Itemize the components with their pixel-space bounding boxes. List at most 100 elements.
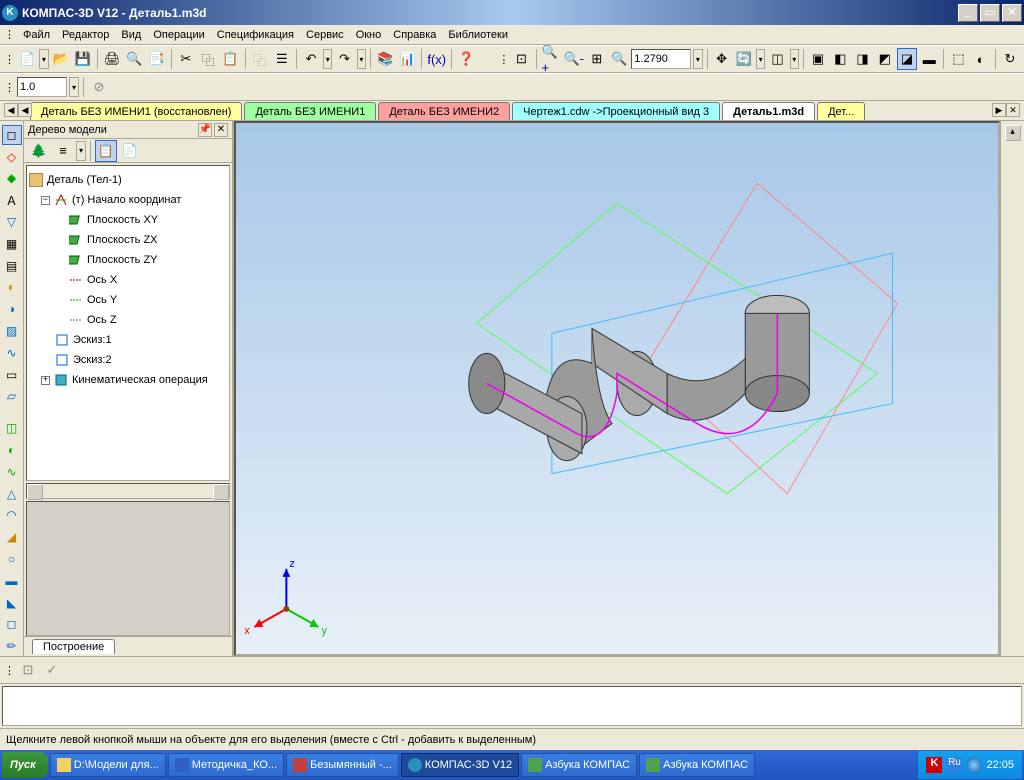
copy-button[interactable]: ⿻: [198, 48, 218, 70]
start-button[interactable]: Пуск: [2, 752, 48, 778]
elements-panel-button[interactable]: ◐: [2, 278, 22, 298]
hidden-button[interactable]: ◧: [830, 48, 850, 70]
menu-service[interactable]: Сервис: [300, 27, 350, 43]
task-btn-3[interactable]: КОМПАС-3D V12: [401, 753, 519, 777]
model-tree[interactable]: Деталь (Тел-1) − (т) Начало координат Пл…: [26, 165, 230, 481]
prop-btn-2[interactable]: ✓: [41, 659, 63, 681]
sweep-button[interactable]: ∿: [2, 462, 22, 482]
tab-close[interactable]: ✕: [1006, 103, 1020, 117]
tree-axis-z[interactable]: Ось Z: [29, 310, 227, 330]
tree-mode2-button[interactable]: ≡: [52, 140, 74, 162]
shaded-button[interactable]: ◩: [875, 48, 895, 70]
zoom-prev-button[interactable]: 🔍: [609, 48, 629, 70]
tree-op[interactable]: + Кинематическая операция: [29, 370, 227, 390]
zoom-dropdown[interactable]: ▾: [693, 49, 702, 69]
print-button[interactable]: 🖨: [102, 48, 122, 70]
stop-button[interactable]: ⊘: [88, 76, 110, 98]
tree-mode4-button[interactable]: 📄: [119, 140, 141, 162]
viewport-3d[interactable]: z y x: [234, 121, 1000, 656]
chamfer-button[interactable]: ◢: [2, 527, 22, 547]
paste-button[interactable]: 📋: [220, 48, 240, 70]
doctab-3[interactable]: Чертеж1.cdw ->Проекционный вид 3: [512, 102, 720, 120]
sheet-panel-button[interactable]: ▱: [2, 387, 22, 407]
zoom-input[interactable]: [631, 49, 691, 69]
shaded-edges-button[interactable]: ◪: [897, 48, 917, 70]
save-button[interactable]: 💾: [73, 48, 93, 70]
cut-button[interactable]: ✂: [176, 48, 196, 70]
undo-button[interactable]: ↶: [301, 48, 321, 70]
geometry-panel-button[interactable]: ◻: [2, 125, 22, 145]
clock[interactable]: 22:05: [986, 759, 1014, 771]
expander-icon[interactable]: −: [41, 196, 50, 205]
zoom-window-button[interactable]: ⊞: [587, 48, 607, 70]
tree-root[interactable]: Деталь (Тел-1): [29, 170, 227, 190]
manager-button[interactable]: 📊: [397, 48, 417, 70]
menu-file[interactable]: Файл: [17, 27, 56, 43]
surface-panel-button[interactable]: ◑: [2, 299, 22, 319]
menu-edit[interactable]: Редактор: [56, 27, 115, 43]
tree-plane-zx[interactable]: Плоскость ZX: [29, 230, 227, 250]
orient-dropdown[interactable]: ▾: [790, 49, 799, 69]
tree-sketch-2[interactable]: Эскиз:2: [29, 350, 227, 370]
tree-mode3-button[interactable]: 📋: [95, 140, 117, 162]
rotate-button[interactable]: 🔄: [734, 48, 754, 70]
array-panel-button[interactable]: ▨: [2, 321, 22, 341]
system-tray[interactable]: K Ru 22:05: [917, 751, 1022, 779]
menu-view[interactable]: Вид: [115, 27, 147, 43]
fillet-button[interactable]: ◠: [2, 505, 22, 525]
tree-sketch-1[interactable]: Эскиз:1: [29, 330, 227, 350]
new-dropdown[interactable]: ▾: [39, 49, 48, 69]
redo-dropdown[interactable]: ▾: [357, 49, 366, 69]
tree-scrollbar[interactable]: [26, 483, 230, 499]
redo-button[interactable]: ↷: [334, 48, 354, 70]
props-button[interactable]: ☰: [272, 48, 292, 70]
task-btn-2[interactable]: Безымянный -...: [286, 753, 399, 777]
aux-panel-button[interactable]: ◆: [2, 169, 22, 189]
tree-mode2-dropdown[interactable]: ▾: [76, 141, 86, 161]
tab-nav-left2[interactable]: ◀: [18, 103, 32, 117]
doctab-4[interactable]: Деталь1.m3d: [722, 102, 815, 120]
orient-button[interactable]: ◫: [767, 48, 787, 70]
doctab-2[interactable]: Деталь БЕЗ ИМЕНИ2: [378, 102, 510, 120]
filter-panel-button[interactable]: ▽: [2, 212, 22, 232]
undo-dropdown[interactable]: ▾: [323, 49, 332, 69]
zoom-out-button[interactable]: 🔍-: [563, 48, 585, 70]
rebuild-button[interactable]: ↻: [1000, 48, 1020, 70]
sketch-button[interactable]: ✏: [2, 636, 22, 656]
expander-icon[interactable]: +: [41, 376, 50, 385]
open-button[interactable]: 📂: [51, 48, 71, 70]
rotate-dropdown[interactable]: ▾: [756, 49, 765, 69]
spec-button[interactable]: 📑: [147, 48, 167, 70]
zoom-all-button[interactable]: ⊡: [511, 48, 531, 70]
scale-dropdown[interactable]: ▾: [69, 77, 79, 97]
tab-nav-right[interactable]: ▶: [992, 103, 1006, 117]
menu-libs[interactable]: Библиотеки: [442, 27, 514, 43]
scale-input[interactable]: [17, 77, 67, 97]
tree-plane-xy[interactable]: Плоскость XY: [29, 210, 227, 230]
minimize-button[interactable]: _: [958, 4, 978, 22]
tree-plane-zy[interactable]: Плоскость ZY: [29, 250, 227, 270]
prop-btn-1[interactable]: ⊡: [17, 659, 39, 681]
task-btn-4[interactable]: Азбука КОМПАС: [521, 753, 637, 777]
pan-button[interactable]: ✥: [712, 48, 732, 70]
shell-button[interactable]: ◻: [2, 614, 22, 634]
new-button[interactable]: 📄: [17, 48, 37, 70]
tray-kaspersky-icon[interactable]: K: [926, 757, 942, 773]
task-btn-5[interactable]: Азбука КОМПАС: [639, 753, 755, 777]
dim-panel-button[interactable]: Ａ: [2, 190, 22, 210]
close-button[interactable]: ✕: [1002, 4, 1022, 22]
menu-window[interactable]: Окно: [350, 27, 388, 43]
tree-mode1-button[interactable]: 🌲: [28, 140, 50, 162]
lang-indicator[interactable]: Ru: [946, 757, 962, 773]
no-hidden-button[interactable]: ◨: [852, 48, 872, 70]
extrude-button[interactable]: ◫: [2, 418, 22, 438]
copy-props-button[interactable]: ⿻: [249, 48, 269, 70]
panel-close-button[interactable]: ✕: [214, 123, 228, 137]
task-btn-1[interactable]: Методичка_КО...: [168, 753, 284, 777]
revolve-button[interactable]: ◐: [2, 440, 22, 460]
simplify-button[interactable]: ⬚: [948, 48, 968, 70]
tree-axis-y[interactable]: Ось Y: [29, 290, 227, 310]
preview-button[interactable]: 🔍: [124, 48, 144, 70]
help-button[interactable]: ❓: [456, 48, 476, 70]
doctab-5[interactable]: Дет...: [817, 102, 865, 120]
